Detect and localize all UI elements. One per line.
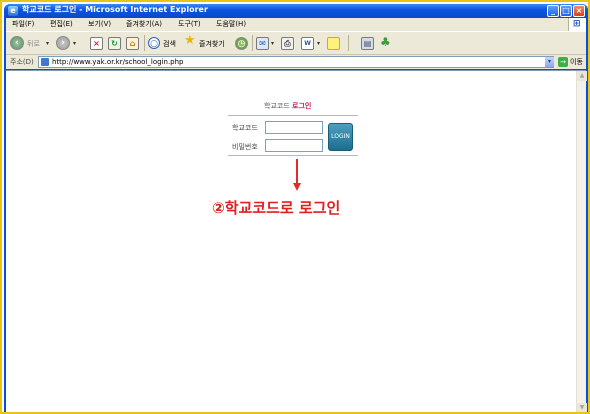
password-input[interactable] [265,139,323,152]
login-title-prefix: 학교코드 [264,102,290,110]
login-title-highlight: 로그인 [292,102,312,110]
search-icon: ○ [148,37,160,49]
mail-icon: ✉ [256,37,269,50]
browser-window: e 학교코드 로그인 - Microsoft Internet Explorer… [4,4,588,412]
chevron-down-icon: ▾ [317,40,321,47]
scroll-down-button[interactable]: ▼ [577,403,587,412]
edit-button[interactable]: W ▾ [301,36,325,52]
address-url[interactable]: http://www.yak.or.kr/school_login.php [52,57,184,67]
discuss-icon [327,37,340,50]
forward-icon: › [56,36,70,50]
edit-icon: W [301,37,314,50]
home-icon: ⌂ [126,37,139,50]
toolbar-separator [252,35,253,51]
chevron-down-icon: ▾ [271,40,275,47]
window-title: 학교코드 로그인 - Microsoft Internet Explorer [22,5,208,14]
chevron-down-icon: ▾ [46,40,50,47]
stop-button[interactable]: × [90,36,104,52]
school-code-label: 학교코드 [232,124,258,132]
history-icon: ◷ [235,37,248,50]
stop-icon: × [90,37,103,50]
login-button[interactable]: LOGIN [328,123,353,151]
go-label: 이동 [570,58,583,66]
back-label: 뒤로 [27,40,40,48]
school-code-input[interactable] [265,121,323,134]
research-icon: ▤ [361,37,374,50]
back-button[interactable]: ‹ 뒤로 ▾ [10,36,52,52]
address-input[interactable]: http://www.yak.or.kr/school_login.php ▾ [38,56,554,68]
screenshot-frame: e 학교코드 로그인 - Microsoft Internet Explorer… [0,0,590,414]
toolbar-separator [348,35,349,51]
home-button[interactable]: ⌂ [126,36,140,52]
search-button[interactable]: ○ 검색 [148,36,182,52]
chevron-down-icon: ▾ [73,40,77,47]
refresh-button[interactable]: ↻ [108,36,122,52]
toolbar-separator [144,35,145,51]
menu-file[interactable]: 파일(F) [12,18,34,31]
refresh-icon: ↻ [108,37,121,50]
forward-button[interactable]: › ▾ [56,36,80,52]
divider [228,115,358,116]
minimize-button[interactable]: _ [547,5,559,17]
title-bar[interactable]: e 학교코드 로그인 - Microsoft Internet Explorer… [4,4,588,18]
maximize-button[interactable]: □ [560,5,572,17]
menu-tools[interactable]: 도구(T) [178,18,201,31]
toolbar: ‹ 뒤로 ▾ › ▾ × ↻ ⌂ ○ 검색 ★ 즐겨찾기 ◷ ✉ ▾ ⎙ W ▾… [6,31,586,55]
address-label: 주소(D) [10,58,34,66]
mail-button[interactable]: ✉ ▾ [256,36,278,52]
menu-edit[interactable]: 편집(E) [50,18,73,31]
address-dropdown-button[interactable]: ▾ [545,57,554,67]
go-icon: → [558,57,568,67]
close-button[interactable]: × [573,5,585,17]
discuss-button[interactable] [327,36,341,52]
annotation-text: ②학교코드로 로그인 [212,199,341,217]
divider [228,155,358,156]
login-title: 학교코드 로그인 [264,101,311,111]
menu-favorites[interactable]: 즐겨찾기(A) [126,18,162,31]
print-button[interactable]: ⎙ [281,36,295,52]
history-button[interactable]: ◷ [235,36,249,52]
page-icon [41,58,49,66]
address-bar: 주소(D) http://www.yak.or.kr/school_login.… [6,55,586,69]
arrow-down-icon [293,159,301,191]
password-label: 비밀번호 [232,143,258,151]
search-label: 검색 [163,40,176,48]
menu-bar: 파일(F) 편집(E) 보기(V) 즐겨찾기(A) 도구(T) 도움말(H) ⊞ [6,18,586,31]
arrow-line [296,159,298,185]
go-button[interactable]: → 이동 [558,56,584,68]
arrow-head [293,183,301,191]
vertical-scrollbar[interactable]: ▲ ▼ [576,71,587,412]
messenger-button[interactable]: ♣ [380,36,394,52]
page-content: 학교코드 로그인 학교코드 비밀번호 LOGIN ②학교코드로 로그인 ▲ ▼ [6,70,587,412]
scroll-up-button[interactable]: ▲ [577,71,587,81]
windows-logo-icon: ⊞ [568,18,586,31]
favorites-icon: ★ [184,33,196,48]
menu-view[interactable]: 보기(V) [88,18,111,31]
messenger-icon: ♣ [380,35,391,49]
research-button[interactable]: ▤ [361,36,375,52]
print-icon: ⎙ [281,37,294,50]
back-icon: ‹ [10,36,24,50]
app-icon: e [8,6,18,16]
favorites-label: 즐겨찾기 [199,40,225,48]
favorites-button[interactable]: ★ 즐겨찾기 [184,33,232,52]
menu-help[interactable]: 도움말(H) [216,18,246,31]
